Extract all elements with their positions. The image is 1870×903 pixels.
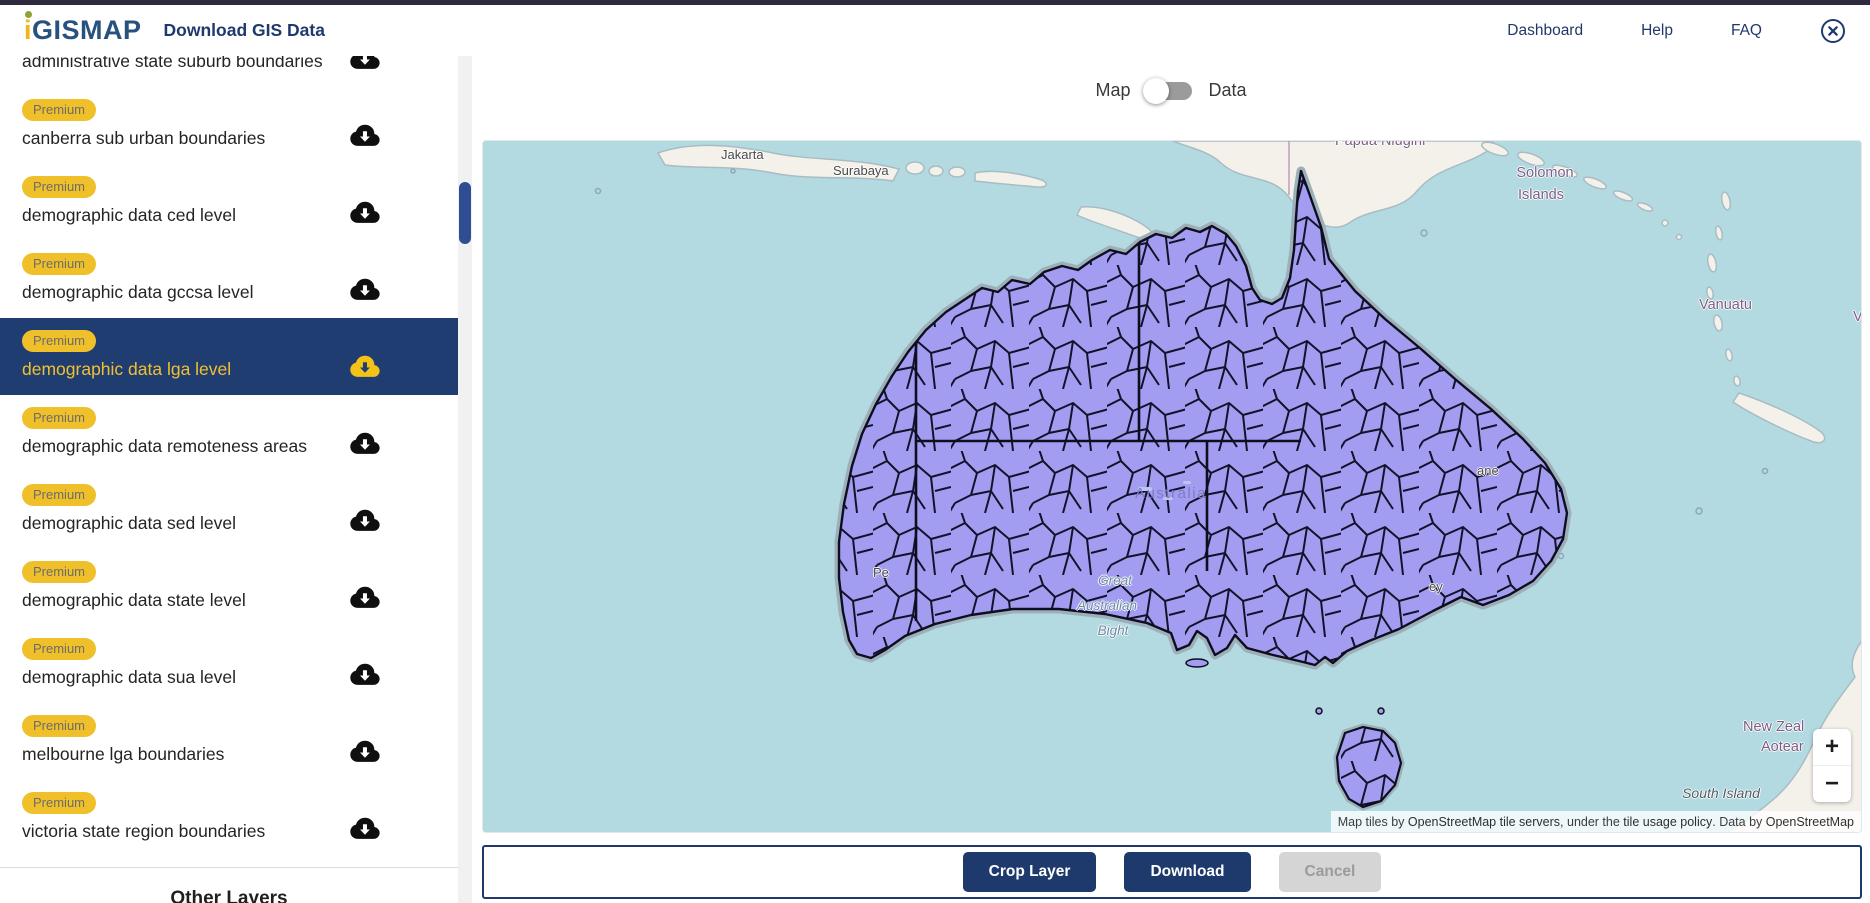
premium-badge: Premium: [22, 638, 96, 660]
premium-badge: Premium: [22, 176, 96, 198]
premium-badge: Premium: [22, 407, 96, 429]
download-cloud-icon[interactable]: [349, 196, 382, 224]
nav-faq[interactable]: FAQ: [1731, 22, 1762, 40]
layer-name: demographic data ced level: [22, 203, 458, 227]
download-cloud-icon[interactable]: [349, 812, 382, 840]
download-cloud-icon[interactable]: [349, 427, 382, 455]
premium-badge: Premium: [22, 484, 96, 506]
attribution-text: , under the: [1560, 815, 1623, 829]
close-icon[interactable]: [1820, 18, 1846, 44]
toggle-label-map: Map: [1095, 80, 1130, 101]
download-button[interactable]: Download: [1124, 852, 1250, 892]
switch-knob[interactable]: [1143, 78, 1169, 104]
premium-badge: Premium: [22, 792, 96, 814]
layer-name: administrative state suburb boundaries: [22, 56, 458, 73]
app-header: iGISMAP Download GIS Data Dashboard Help…: [0, 5, 1870, 56]
action-bar: Crop Layer Download Cancel: [482, 845, 1862, 899]
main-nav: Dashboard Help FAQ: [1507, 18, 1870, 44]
attribution-text: Map tiles by: [1338, 815, 1408, 829]
premium-badge: Premium: [22, 253, 96, 275]
attribution-link[interactable]: OpenStreetMap tile servers: [1408, 815, 1560, 829]
download-cloud-icon[interactable]: [349, 350, 382, 378]
download-cloud-icon[interactable]: [349, 273, 382, 301]
layer-name: demographic data state level: [22, 588, 458, 612]
map-data-toggle-row: Map Data: [472, 80, 1870, 101]
toggle-label-data: Data: [1208, 80, 1246, 101]
sidebar-scrollbar-thumb[interactable]: [459, 182, 471, 244]
layer-name: demographic data lga level: [22, 357, 458, 381]
layer-list-item[interactable]: Premium canberra sub urban boundaries: [0, 87, 458, 164]
attribution-link[interactable]: OpenStreetMap: [1766, 815, 1854, 829]
download-cloud-icon[interactable]: [349, 119, 382, 147]
layer-list-item[interactable]: Premium administrative state suburb boun…: [0, 56, 458, 87]
download-cloud-icon[interactable]: [349, 504, 382, 532]
premium-badge: Premium: [22, 715, 96, 737]
layer-name: victoria state region boundaries: [22, 819, 458, 843]
map-attribution: Map tiles by OpenStreetMap tile servers,…: [1331, 811, 1861, 832]
layer-list-item[interactable]: Premium demographic data gccsa level: [0, 241, 458, 318]
layer-list-item[interactable]: Premium demographic data sed level: [0, 472, 458, 549]
layer-name: demographic data sua level: [22, 665, 458, 689]
layer-name: demographic data gccsa level: [22, 280, 458, 304]
nav-dashboard[interactable]: Dashboard: [1507, 22, 1583, 40]
page-title: Download GIS Data: [164, 20, 325, 41]
layer-list-item[interactable]: Premium demographic data remoteness area…: [0, 395, 458, 472]
download-cloud-icon[interactable]: [349, 581, 382, 609]
download-cloud-icon[interactable]: [349, 735, 382, 763]
premium-badge: Premium: [22, 330, 96, 352]
attribution-text: . Data by: [1712, 815, 1766, 829]
layer-list-item[interactable]: Premium demographic data ced level: [0, 164, 458, 241]
app-logo[interactable]: iGISMAP: [24, 15, 142, 46]
sidebar-layer-list: Premium administrative state suburb boun…: [0, 56, 472, 903]
layer-list: Premium administrative state suburb boun…: [0, 56, 458, 857]
map-canvas[interactable]: JakartaSurabayaPapua NiuginiSolomonIslan…: [482, 140, 1862, 833]
layer-list-item[interactable]: Premium melbourne lga boundaries: [0, 703, 458, 780]
logo-rest: GISMAP: [32, 15, 142, 45]
layer-list-item[interactable]: Premium demographic data lga level: [0, 318, 458, 395]
premium-badge: Premium: [22, 99, 96, 121]
layer-name: demographic data remoteness areas: [22, 434, 458, 458]
map-graphics: [483, 141, 1862, 833]
zoom-out-button[interactable]: −: [1813, 765, 1851, 802]
attribution-link[interactable]: tile usage policy: [1623, 815, 1712, 829]
layer-list-item[interactable]: Premium victoria state region boundaries: [0, 780, 458, 857]
premium-badge: Premium: [22, 561, 96, 583]
nav-help[interactable]: Help: [1641, 22, 1673, 40]
crop-layer-button[interactable]: Crop Layer: [963, 852, 1097, 892]
map-zoom-control: + −: [1813, 729, 1851, 802]
map-data-switch[interactable]: [1146, 82, 1192, 100]
cancel-button[interactable]: Cancel: [1279, 852, 1382, 892]
layer-list-item[interactable]: Premium demographic data sua level: [0, 626, 458, 703]
map-panel: Map Data: [472, 56, 1870, 903]
layer-name: demographic data sed level: [22, 511, 458, 535]
sidebar-divider: [0, 867, 458, 868]
layer-list-item[interactable]: Premium demographic data state level: [0, 549, 458, 626]
download-cloud-icon[interactable]: [349, 56, 382, 70]
other-layers-heading: Other Layers: [0, 888, 458, 903]
logo-i: i: [24, 15, 32, 45]
download-cloud-icon[interactable]: [349, 658, 382, 686]
layer-name: melbourne lga boundaries: [22, 742, 458, 766]
zoom-in-button[interactable]: +: [1813, 729, 1851, 765]
layer-name: canberra sub urban boundaries: [22, 126, 458, 150]
